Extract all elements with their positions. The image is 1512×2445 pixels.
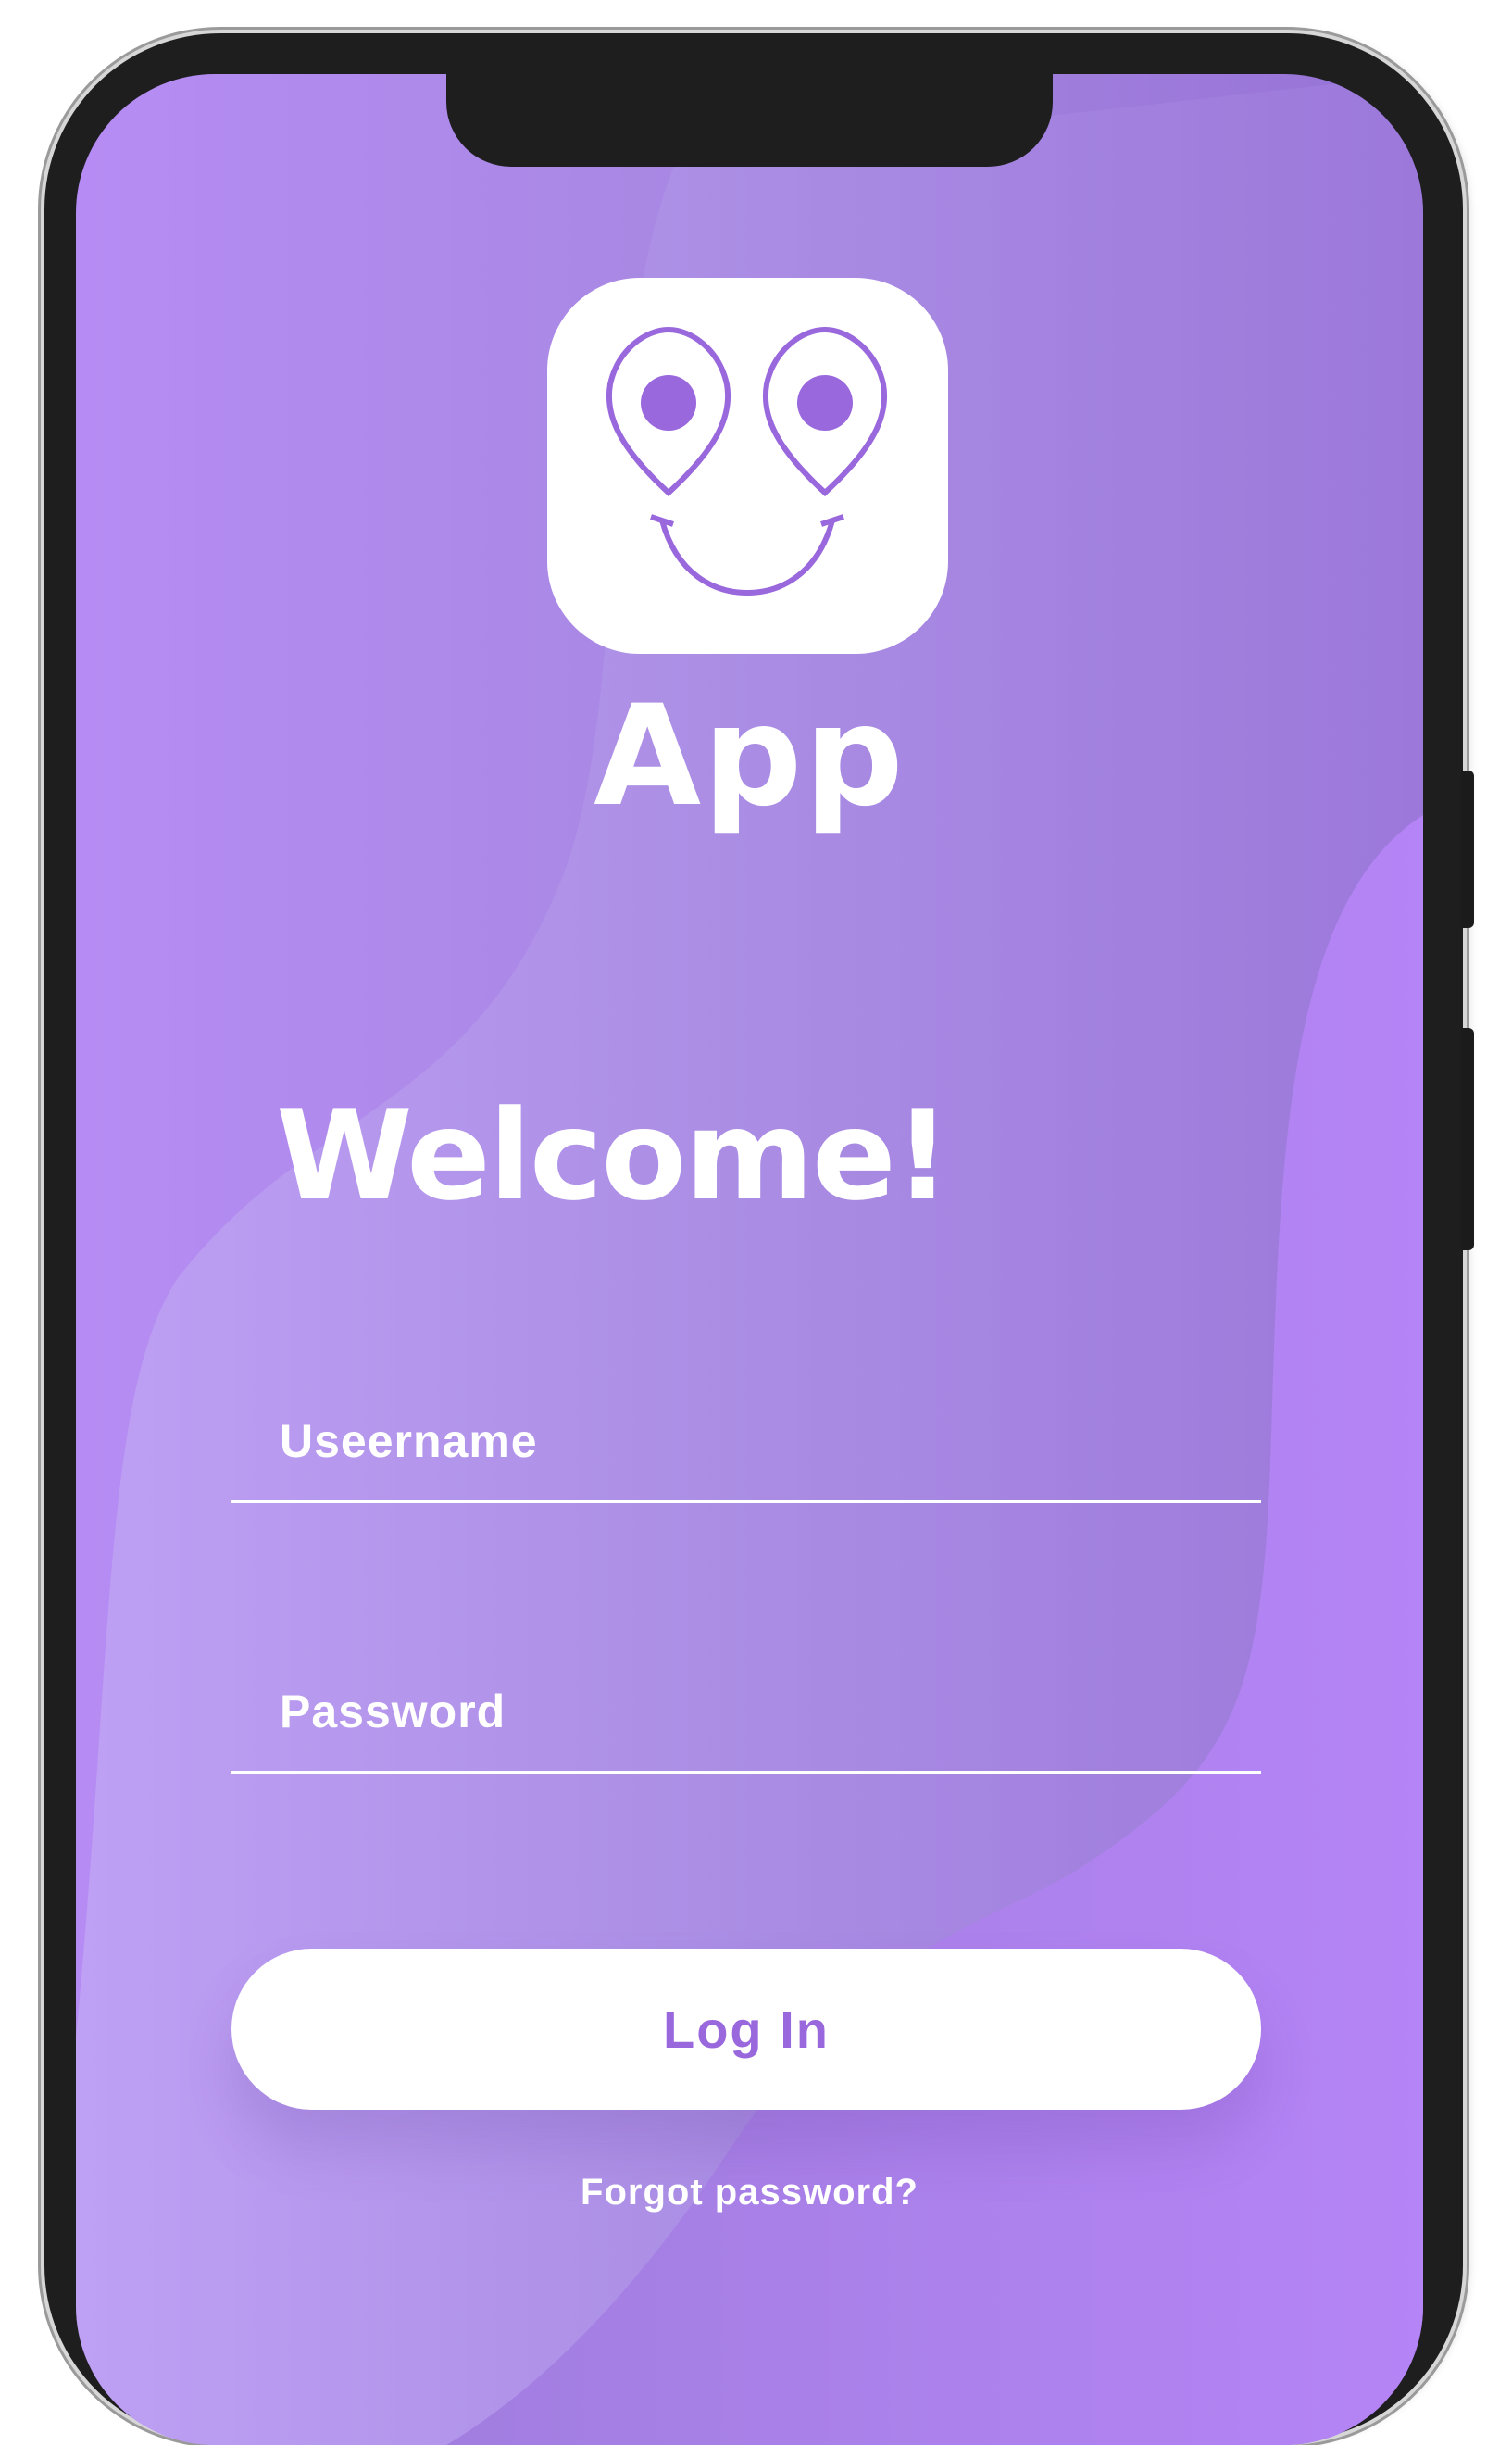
password-field[interactable] — [231, 1660, 1261, 1774]
login-button[interactable]: Log In — [231, 1949, 1261, 2110]
username-input[interactable] — [278, 1408, 1207, 1474]
volume-up-button — [1461, 771, 1474, 928]
welcome-heading: Welcome! — [276, 1084, 951, 1228]
login-screen: App Welcome! Log In Forgot password? — [76, 74, 1423, 2445]
volume-down-button — [1461, 1028, 1474, 1250]
password-input[interactable] — [278, 1678, 1207, 1745]
camera-notch — [446, 74, 1053, 167]
username-field[interactable] — [231, 1389, 1261, 1503]
app-logo — [547, 278, 948, 654]
app-name: App — [594, 676, 906, 837]
smiley-location-pins-icon — [606, 326, 888, 596]
forgot-password-link[interactable]: Forgot password? — [76, 2172, 1423, 2213]
